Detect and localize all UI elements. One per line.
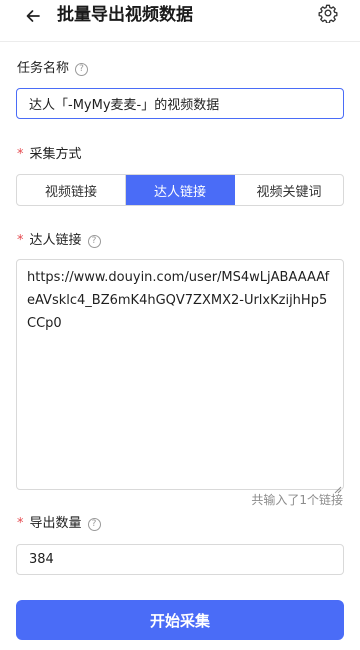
creator-link-label: 达人链接	[29, 233, 82, 248]
collect-mode-segmented-control: 视频链接 达人链接 视频关键词	[16, 174, 344, 206]
settings-button[interactable]	[316, 3, 340, 27]
collect-mode-label-row: * 采集方式	[17, 146, 82, 164]
help-icon[interactable]: ?	[75, 62, 89, 76]
gear-icon	[318, 3, 338, 27]
help-icon[interactable]: ?	[87, 234, 101, 248]
back-button[interactable]	[20, 5, 46, 31]
export-count-label-row: * 导出数量 ?	[17, 515, 101, 533]
help-icon[interactable]: ?	[87, 517, 101, 531]
page-title: 批量导出视频数据	[57, 5, 193, 25]
export-count-label: 导出数量	[29, 516, 82, 531]
required-mark: *	[17, 233, 24, 248]
export-count-input[interactable]	[16, 544, 344, 575]
resize-handle-icon[interactable]	[333, 479, 342, 494]
arrow-left-icon	[25, 8, 41, 28]
mode-option-video-keyword[interactable]: 视频关键词	[235, 175, 343, 205]
task-name-input[interactable]	[16, 88, 344, 119]
creator-link-label-row: * 达人链接 ?	[17, 232, 101, 250]
required-mark: *	[17, 516, 24, 531]
required-mark: *	[17, 147, 24, 162]
mode-option-video-link[interactable]: 视频链接	[17, 175, 126, 205]
mode-option-creator-link[interactable]: 达人链接	[126, 175, 235, 205]
task-name-label-row: 任务名称 ?	[17, 60, 89, 78]
task-name-label: 任务名称	[17, 61, 70, 76]
collect-mode-label: 采集方式	[29, 147, 82, 162]
header-bar: 批量导出视频数据	[0, 0, 360, 42]
link-count-text: 共输入了1个链接	[251, 493, 343, 507]
creator-link-textarea[interactable]: https://www.douyin.com/user/MS4wLjABAAAA…	[16, 259, 344, 490]
start-collect-button[interactable]: 开始采集	[16, 600, 344, 640]
